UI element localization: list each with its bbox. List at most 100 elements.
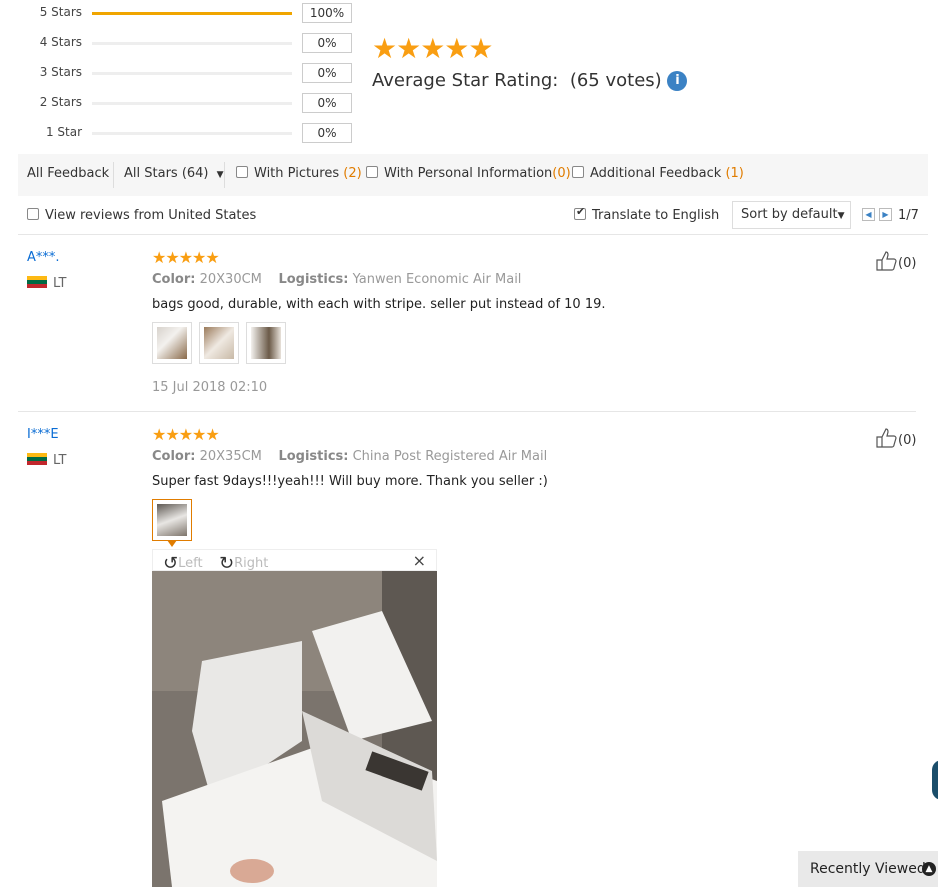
review-photo xyxy=(204,327,234,359)
with-pictures-label: With Pictures xyxy=(254,166,340,181)
dist-percent: 0% xyxy=(302,33,352,53)
review-photo xyxy=(157,327,187,359)
all-feedback-tab[interactable]: All Feedback xyxy=(27,166,109,181)
translate-toggle[interactable]: Translate to English xyxy=(574,205,720,223)
sub-toolbar: View reviews from United States Translat… xyxy=(18,200,928,234)
review-stars: ★★★★★ xyxy=(152,425,220,444)
reviewer-name[interactable]: A***. xyxy=(27,250,60,265)
chevron-down-icon: ▼ xyxy=(216,170,224,180)
color-label: Color: xyxy=(152,449,196,464)
helpful-button[interactable]: (0) xyxy=(876,428,916,448)
additional-count: (1) xyxy=(725,166,744,181)
rotate-left-label: Left xyxy=(178,556,203,571)
review-photo-thumb[interactable] xyxy=(152,322,192,364)
recently-viewed-bar[interactable]: Recently Viewed ▲ xyxy=(798,851,938,887)
average-rating: Average Star Rating: (65 votes) i xyxy=(372,70,688,91)
sort-label: Sort by default xyxy=(741,207,838,222)
preview-toolbar: ↺Left ↻Right × xyxy=(152,549,437,574)
all-stars-dropdown[interactable]: All Stars (64) ▼ xyxy=(124,166,224,181)
filter-bar: All Feedback All Stars (64) ▼ With Pictu… xyxy=(18,154,928,196)
review-text: bags good, durable, with each with strip… xyxy=(152,297,606,312)
info-icon[interactable]: i xyxy=(667,71,688,91)
dist-bar xyxy=(92,102,292,105)
checkbox[interactable] xyxy=(366,166,378,178)
checkbox[interactable] xyxy=(27,208,39,220)
thumbs-up-icon xyxy=(876,428,897,448)
divider xyxy=(224,162,225,188)
dist-bar xyxy=(92,42,292,45)
view-us-label: View reviews from United States xyxy=(45,208,257,223)
preview-photo xyxy=(152,571,437,887)
close-icon[interactable]: × xyxy=(413,551,426,570)
with-pictures-count: (2) xyxy=(343,166,362,181)
checkbox-checked[interactable] xyxy=(574,205,586,220)
average-label: Average Star Rating: xyxy=(372,70,559,91)
color-value: 20X30CM xyxy=(199,272,262,287)
dist-row-1[interactable]: 1 Star 0% xyxy=(0,123,360,143)
recently-viewed-label: Recently Viewed xyxy=(810,861,926,877)
all-stars-label: All Stars (64) xyxy=(124,166,209,181)
page-indicator: 1/7 xyxy=(898,208,919,223)
next-page-button[interactable]: ▶ xyxy=(879,208,892,221)
dist-row-5[interactable]: 5 Stars 100% xyxy=(0,3,360,23)
divider xyxy=(18,411,916,412)
dist-label: 5 Stars xyxy=(39,5,82,19)
with-personal-label: With Personal Information xyxy=(384,166,553,181)
thumbs-up-icon xyxy=(876,251,897,271)
dist-label: 4 Stars xyxy=(39,35,82,49)
dist-row-3[interactable]: 3 Stars 0% xyxy=(0,63,360,83)
side-widget-tab[interactable] xyxy=(932,760,938,800)
dist-percent: 0% xyxy=(302,63,352,83)
flag-icon xyxy=(27,276,47,288)
reviewer-country: LT xyxy=(27,453,66,468)
helpful-count: (0) xyxy=(898,256,917,271)
additional-label: Additional Feedback xyxy=(590,166,722,181)
view-us-filter[interactable]: View reviews from United States xyxy=(27,208,256,223)
review-attributes: Color: 20X35CM Logistics: China Post Reg… xyxy=(152,449,547,464)
dist-percent: 0% xyxy=(302,93,352,113)
with-pictures-filter[interactable]: With Pictures (2) xyxy=(236,166,362,181)
review-photo-thumb[interactable] xyxy=(246,322,286,364)
chevron-up-icon: ▲ xyxy=(922,862,936,876)
logistics-value: China Post Registered Air Mail xyxy=(352,449,548,464)
chevron-down-icon: ▼ xyxy=(837,211,845,221)
review-photo-thumb[interactable] xyxy=(152,499,192,541)
preview-pointer xyxy=(167,540,177,547)
dist-bar xyxy=(92,72,292,75)
review-stars: ★★★★★ xyxy=(152,248,220,267)
logistics-value: Yanwen Economic Air Mail xyxy=(352,272,522,287)
logistics-label: Logistics: xyxy=(278,449,349,464)
additional-feedback-filter[interactable]: Additional Feedback (1) xyxy=(572,166,744,181)
dist-bar xyxy=(92,12,292,15)
dist-label: 1 Star xyxy=(45,125,82,139)
review-text: Super fast 9days!!!yeah!!! Will buy more… xyxy=(152,474,548,489)
translate-label: Translate to English xyxy=(592,208,720,223)
review-attributes: Color: 20X30CM Logistics: Yanwen Economi… xyxy=(152,272,521,287)
vote-count: (65 votes) xyxy=(569,70,662,91)
helpful-button[interactable]: (0) xyxy=(876,251,916,271)
preview-photo-art xyxy=(152,571,437,887)
flag-icon xyxy=(27,453,47,465)
country-code: LT xyxy=(53,453,67,468)
with-personal-count: (0) xyxy=(552,166,571,181)
color-value: 20X35CM xyxy=(199,449,262,464)
reviewer-name[interactable]: I***E xyxy=(27,427,59,442)
with-personal-filter[interactable]: With Personal Information(0) xyxy=(366,166,571,181)
review-date: 15 Jul 2018 02:10 xyxy=(152,380,268,395)
checkbox[interactable] xyxy=(236,166,248,178)
divider xyxy=(18,234,928,235)
helpful-count: (0) xyxy=(898,433,917,448)
average-stars: ★★★★★ xyxy=(372,32,494,65)
reviewer-country: LT xyxy=(27,276,66,291)
prev-page-button[interactable]: ◀ xyxy=(862,208,875,221)
dist-bar xyxy=(92,132,292,135)
review-photo-thumb[interactable] xyxy=(199,322,239,364)
review-photo xyxy=(251,327,281,359)
dist-row-4[interactable]: 4 Stars 0% xyxy=(0,33,360,53)
dist-bar-fill xyxy=(92,12,292,15)
rotate-right-label: Right xyxy=(234,556,269,571)
checkbox[interactable] xyxy=(572,166,584,178)
photo-preview: ↺Left ↻Right × xyxy=(152,549,437,887)
dist-row-2[interactable]: 2 Stars 0% xyxy=(0,93,360,113)
sort-dropdown[interactable]: Sort by default▼ xyxy=(732,201,851,229)
